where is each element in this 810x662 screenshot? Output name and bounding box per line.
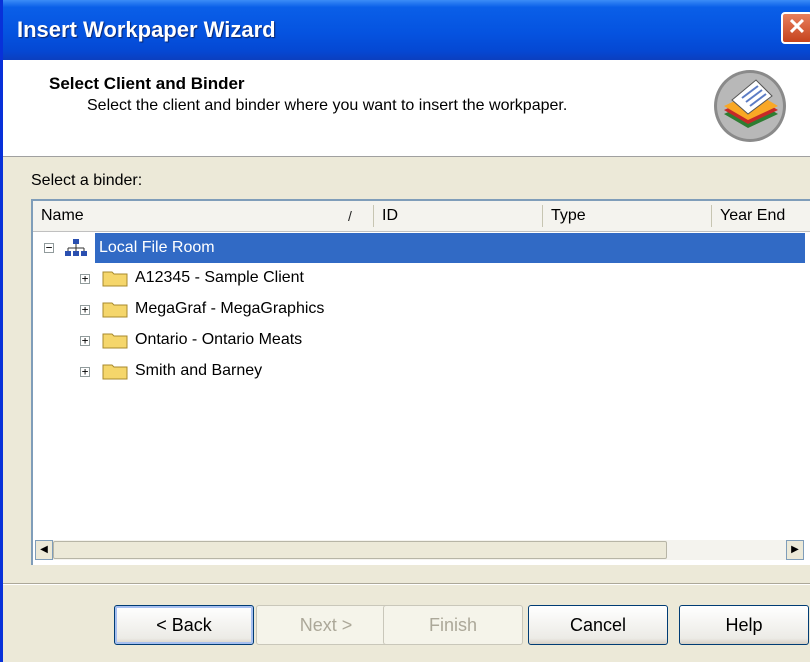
folder-icon [102,271,128,287]
expand-icon[interactable]: + [80,304,90,315]
folder-icon [102,302,128,318]
title-bar[interactable]: Insert Workpaper Wizard ✕ [3,0,810,60]
expand-icon[interactable]: + [80,335,90,346]
horizontal-scrollbar[interactable]: ◀ ▶ [33,535,810,565]
window-title: Insert Workpaper Wizard [17,17,276,42]
network-tree-icon [65,239,87,256]
back-button[interactable]: < Back [114,605,254,645]
column-year-end[interactable]: Year End [712,201,810,231]
cancel-button[interactable]: Cancel [528,605,668,645]
column-id[interactable]: ID [374,201,542,231]
next-button[interactable]: Next > [256,605,396,645]
sort-indicator-icon: / [348,208,352,224]
scrollbar-thumb[interactable] [53,541,667,559]
tree-item-client[interactable]: Smith and Barney [135,356,262,386]
binder-list[interactable]: Name / ID Type Year End − Local File Roo… [31,199,810,565]
expand-icon[interactable]: + [80,366,90,377]
column-type[interactable]: Type [543,201,711,231]
wizard-window: Insert Workpaper Wizard ✕ Select Client … [0,0,810,662]
select-binder-label: Select a binder: [31,172,143,189]
header-subtitle: Select the client and binder where you w… [87,97,568,114]
folder-icon [102,364,128,380]
help-button[interactable]: Help [679,605,809,645]
header-title: Select Client and Binder [49,74,245,93]
binder-wizard-icon [714,70,786,142]
collapse-icon[interactable]: − [44,242,54,253]
wizard-header: Select Client and Binder Select the clie… [3,60,810,157]
tree-item-client[interactable]: MegaGraf - MegaGraphics [135,294,324,324]
tree-item-local-file-room[interactable]: Local File Room [99,233,215,263]
tree-item-client[interactable]: Ontario - Ontario Meats [135,325,302,355]
column-header: Name / ID Type Year End [33,201,810,232]
scroll-right-icon[interactable]: ▶ [786,540,804,560]
folder-icon [102,333,128,349]
tree-item-client[interactable]: A12345 - Sample Client [135,263,304,293]
footer-divider [3,583,810,585]
scroll-left-icon[interactable]: ◀ [35,540,53,560]
close-button[interactable]: ✕ [781,12,810,44]
column-name[interactable]: Name [33,201,373,231]
finish-button[interactable]: Finish [383,605,523,645]
expand-icon[interactable]: + [80,273,90,284]
